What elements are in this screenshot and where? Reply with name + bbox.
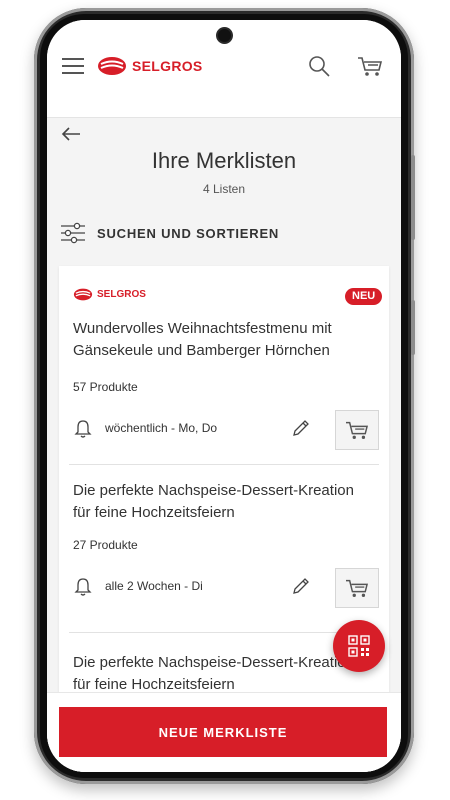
- selgros-logo-icon: [98, 57, 126, 75]
- pencil-icon[interactable]: [291, 576, 311, 596]
- front-camera: [218, 29, 231, 42]
- logo-text: SELGROS: [132, 58, 203, 74]
- search-sort-button[interactable]: SUCHEN UND SORTIEREN: [61, 222, 279, 244]
- pencil-icon[interactable]: [291, 418, 311, 438]
- filter-icon: [61, 222, 85, 244]
- reminder-frequency[interactable]: wöchentlich - Mo, Do: [105, 421, 217, 435]
- new-badge: NEU: [345, 288, 383, 305]
- selgros-logo[interactable]: SELGROS: [97, 54, 203, 78]
- list-brand-text: SELGROS: [97, 289, 146, 300]
- add-to-cart-button[interactable]: [335, 568, 379, 608]
- selgros-logo-icon: [73, 288, 93, 301]
- power-button: [411, 300, 415, 355]
- reminder-frequency[interactable]: alle 2 Wochen - Di: [105, 579, 203, 593]
- add-to-cart-button[interactable]: [335, 410, 379, 450]
- menu-icon[interactable]: [62, 56, 84, 76]
- bell-icon[interactable]: [73, 576, 93, 596]
- list-product-count: 27 Produkte: [73, 538, 138, 552]
- back-arrow-icon[interactable]: [61, 126, 81, 142]
- cart-icon[interactable]: [357, 54, 383, 78]
- list-product-count: 57 Produkte: [73, 380, 138, 394]
- list-actions: wöchentlich - Mo, Do: [73, 410, 379, 450]
- search-icon[interactable]: [307, 54, 331, 78]
- bell-icon[interactable]: [73, 418, 93, 438]
- divider: [69, 464, 379, 465]
- qr-code-icon: [348, 635, 370, 657]
- cart-icon: [346, 421, 369, 439]
- list-title[interactable]: Die perfekte Nachspeise-Dessert-Kreation…: [73, 652, 375, 696]
- bottom-bar: NEUE MERKLISTE: [47, 692, 401, 772]
- cart-icon: [346, 579, 369, 597]
- new-list-button[interactable]: NEUE MERKLISTE: [59, 707, 387, 757]
- app-screen: SELGROS Ihre Merklisten 4 Listen SUCHEN …: [47, 20, 401, 772]
- qr-scan-button[interactable]: [333, 620, 385, 672]
- page-title: Ihre Merklisten: [151, 148, 297, 173]
- list-brand: SELGROS: [73, 288, 146, 301]
- main-content: Ihre Merklisten 4 Listen SUCHEN UND SORT…: [47, 118, 401, 772]
- list-actions: alle 2 Wochen - Di: [73, 568, 379, 608]
- list-count: 4 Listen: [202, 182, 246, 196]
- divider: [69, 632, 379, 633]
- list-title[interactable]: Die perfekte Nachspeise-Dessert-Kreation…: [73, 480, 375, 524]
- filter-label: SUCHEN UND SORTIEREN: [97, 225, 280, 241]
- list-title[interactable]: Wundervolles Weihnachtsfestmenu mit Gäns…: [73, 318, 375, 362]
- volume-button: [411, 155, 415, 240]
